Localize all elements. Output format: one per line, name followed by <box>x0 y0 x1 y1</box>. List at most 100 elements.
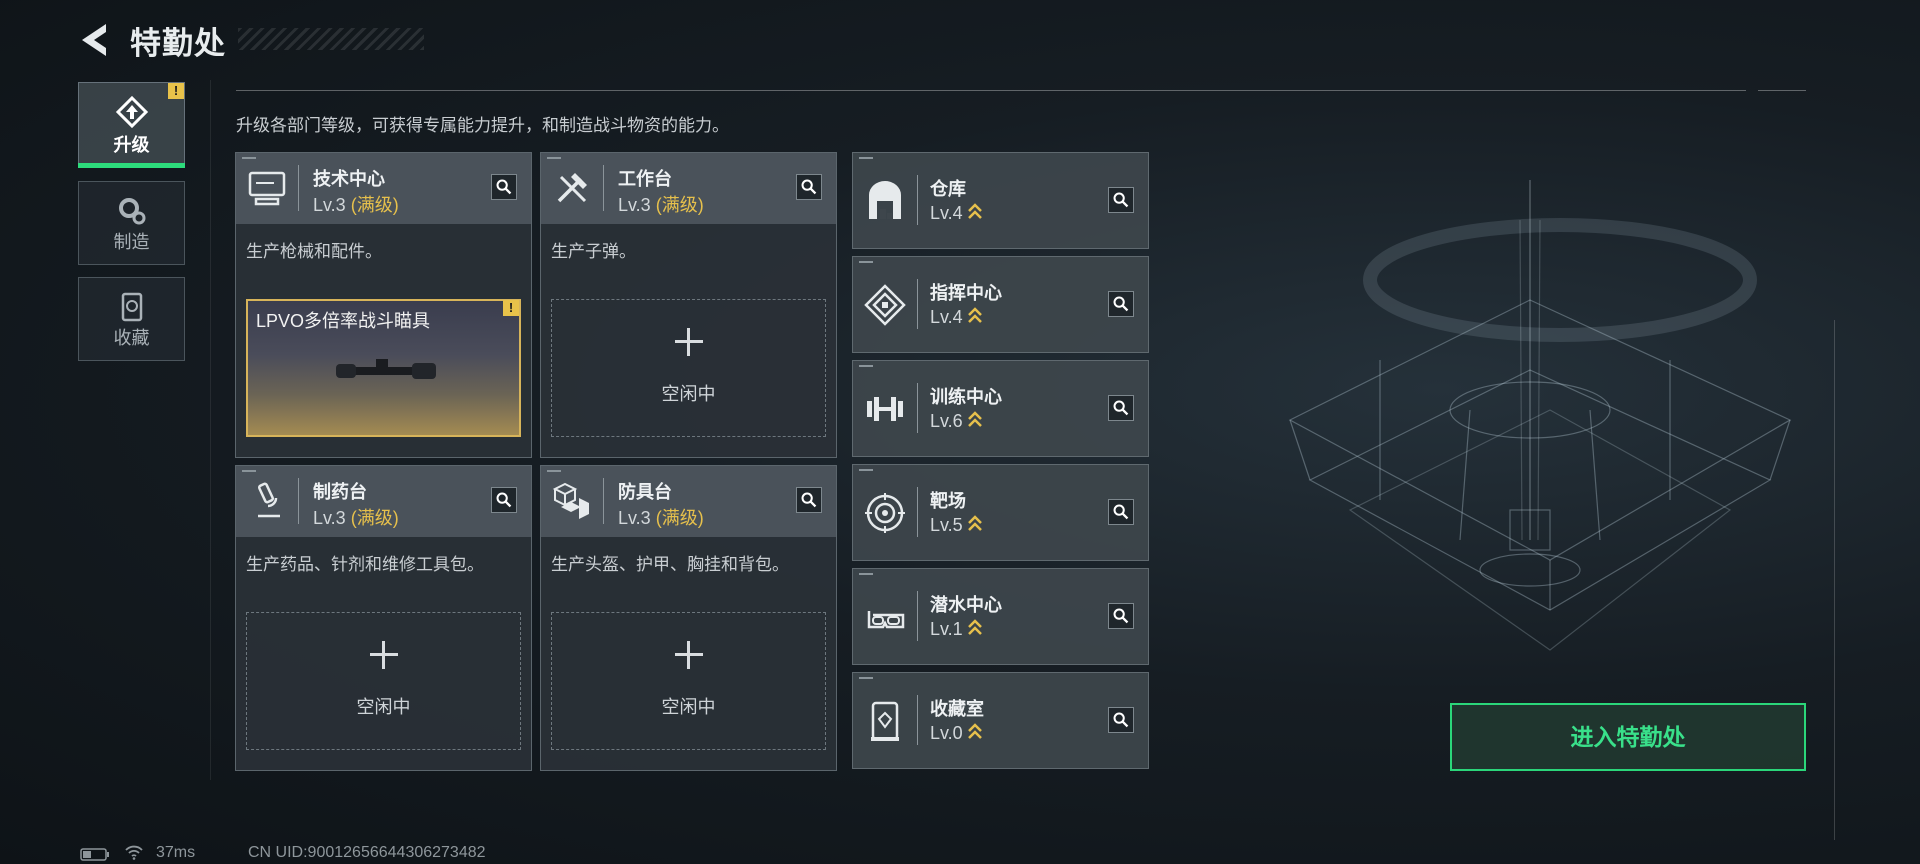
computer-icon <box>248 171 286 206</box>
enter-special-ops-button[interactable]: 进入特勤处 <box>1450 703 1806 771</box>
level-value: Lv.3 <box>618 195 651 215</box>
max-level-tag: (满级) <box>350 508 399 528</box>
separator <box>603 478 604 524</box>
production-slot-active[interactable]: LPVO多倍率战斗瞄具 ! <box>246 299 521 437</box>
corner-mark <box>859 677 873 679</box>
page-title: 特勤处 <box>130 26 226 61</box>
search-icon[interactable] <box>1108 291 1134 317</box>
back-arrow-icon[interactable] <box>78 22 110 58</box>
production-slot-idle[interactable]: 空闲中 <box>246 612 521 750</box>
max-level-tag: (满级) <box>655 195 704 215</box>
workshop-name: 制药台 <box>313 482 367 502</box>
section-description: 升级各部门等级，可获得专属能力提升，和制造战斗物资的能力。 <box>236 116 729 135</box>
max-level-tag: (满级) <box>350 195 399 215</box>
workshop-description: 生产药品、针剂和维修工具包。 <box>246 555 484 574</box>
workshop-name: 工作台 <box>618 169 672 189</box>
corner-mark <box>242 470 256 472</box>
dumbbell-icon <box>867 397 903 421</box>
facility-card-collection-room[interactable]: 收藏室 Lv.0 <box>852 672 1149 769</box>
facility-card-shooting-range[interactable]: 靶场 Lv.5 <box>852 464 1149 561</box>
workshop-level: Lv.3 (满级) <box>618 191 704 217</box>
level-value: Lv.1 <box>930 619 963 639</box>
workshop-level: Lv.3 (满级) <box>618 504 704 530</box>
workshop-card-pharmacy[interactable]: 制药台 Lv.3 (满级) 生产药品、针剂和维修工具包。 空闲中 <box>235 465 532 771</box>
title-decor-stripes <box>238 28 424 50</box>
alert-badge: ! <box>503 300 519 316</box>
corner-mark <box>859 469 873 471</box>
facility-card-training-center[interactable]: 训练中心 Lv.6 <box>852 360 1149 457</box>
upgrade-arrows-icon <box>967 619 982 635</box>
workshop-name: 技术中心 <box>313 169 385 189</box>
separator <box>917 383 918 433</box>
item-name: LPVO多倍率战斗瞄具 <box>256 311 431 331</box>
separator <box>298 165 299 211</box>
facility-card-command-center[interactable]: 指挥中心 Lv.4 <box>852 256 1149 353</box>
search-icon[interactable] <box>1108 499 1134 525</box>
corner-mark <box>859 261 873 263</box>
level-value: Lv.6 <box>930 411 963 431</box>
facility-name: 靶场 <box>930 491 966 511</box>
plus-icon <box>369 641 398 669</box>
workshop-card-tech-center[interactable]: 技术中心 Lv.3 (满级) 生产枪械和配件。 LPVO多倍率战斗瞄具 ! <box>235 152 532 458</box>
workshop-level: Lv.3 (满级) <box>313 504 399 530</box>
separator <box>603 165 604 211</box>
nav-tab-collection[interactable]: 收藏 <box>78 277 185 361</box>
max-level-tag: (满级) <box>655 508 704 528</box>
separator <box>917 591 918 641</box>
command-icon <box>864 284 906 326</box>
corner-mark <box>242 157 256 159</box>
card-header: 制药台 Lv.3 (满级) <box>236 466 531 537</box>
slot-status: 空闲中 <box>356 697 411 717</box>
production-slot-idle[interactable]: 空闲中 <box>551 612 826 750</box>
level-value: Lv.0 <box>930 723 963 743</box>
search-icon[interactable] <box>1108 395 1134 421</box>
facility-name: 收藏室 <box>930 699 984 719</box>
level-value: Lv.4 <box>930 203 963 223</box>
active-indicator <box>78 163 185 168</box>
workshop-card-workbench[interactable]: 工作台 Lv.3 (满级) 生产子弹。 空闲中 <box>540 152 837 458</box>
alert-badge: ! <box>168 83 184 99</box>
facility-card-diving-center[interactable]: 潜水中心 Lv.1 <box>852 568 1149 665</box>
search-icon[interactable] <box>1108 187 1134 213</box>
upgrade-arrows-icon <box>967 307 982 323</box>
nav-tab-label: 制造 <box>113 232 150 252</box>
nav-tab-upgrade[interactable]: ! 升级 <box>78 82 185 168</box>
workshop-level: Lv.3 (满级) <box>313 191 399 217</box>
level-value: Lv.3 <box>313 508 346 528</box>
search-icon[interactable] <box>796 487 822 513</box>
upgrade-icon <box>115 95 148 129</box>
slot-status: 空闲中 <box>661 697 716 717</box>
facility-name: 仓库 <box>930 179 966 199</box>
search-icon[interactable] <box>1108 707 1134 733</box>
search-icon[interactable] <box>491 487 517 513</box>
level-value: Lv.3 <box>313 195 346 215</box>
facility-level: Lv.6 <box>930 411 983 432</box>
facility-card-warehouse[interactable]: 仓库 Lv.4 <box>852 152 1149 249</box>
search-icon[interactable] <box>796 174 822 200</box>
gears-icon <box>118 198 145 225</box>
separator <box>917 279 918 329</box>
level-value: Lv.5 <box>930 515 963 535</box>
facility-name: 训练中心 <box>930 387 1002 407</box>
plus-icon <box>674 328 703 356</box>
armor-boxes-icon <box>552 482 589 519</box>
tools-icon <box>557 173 587 203</box>
warehouse-icon <box>869 181 901 219</box>
slot-status: 空闲中 <box>661 384 716 404</box>
separator <box>917 175 918 225</box>
divider <box>1758 90 1806 91</box>
workshop-card-armor[interactable]: 防具台 Lv.3 (满级) 生产头盔、护甲、胸挂和背包。 空闲中 <box>540 465 837 771</box>
separator <box>917 487 918 537</box>
facility-level: Lv.0 <box>930 723 983 744</box>
search-icon[interactable] <box>1108 603 1134 629</box>
search-icon[interactable] <box>491 174 517 200</box>
divider <box>236 90 1746 91</box>
nav-tab-craft[interactable]: 制造 <box>78 181 185 265</box>
upgrade-arrows-icon <box>967 515 982 531</box>
card-header: 技术中心 Lv.3 (满级) <box>236 153 531 224</box>
upgrade-arrows-icon <box>967 203 982 219</box>
separator <box>917 695 918 745</box>
corner-mark <box>859 573 873 575</box>
level-value: Lv.3 <box>618 508 651 528</box>
production-slot-idle[interactable]: 空闲中 <box>551 299 826 437</box>
